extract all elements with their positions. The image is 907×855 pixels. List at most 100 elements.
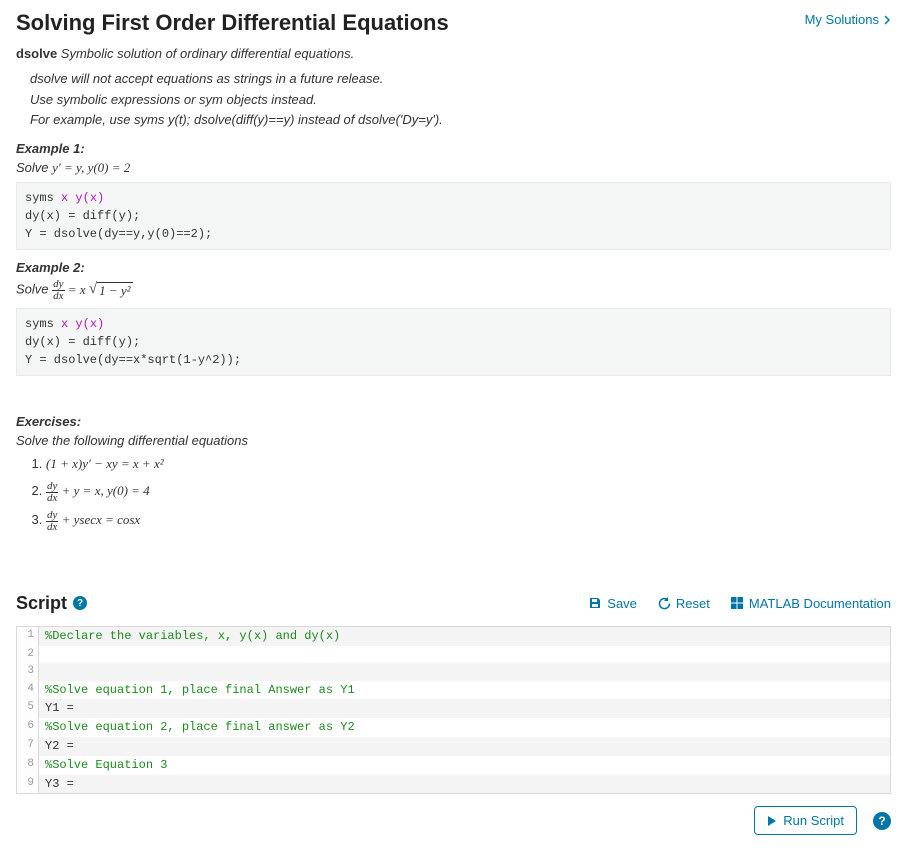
example1-code-l2: dy(x) = diff(y); — [25, 209, 140, 223]
docs-icon — [730, 596, 744, 610]
example1-code-l1a: syms — [25, 191, 61, 205]
exercise3-rest: + ysecx = cosx — [62, 512, 141, 527]
example1-title: Example 1: — [16, 141, 891, 156]
editor-line[interactable]: 2 — [17, 646, 890, 663]
line-number: 5 — [17, 699, 39, 718]
example1-code-l3: Y = dsolve(dy==y,y(0)==2); — [25, 227, 212, 241]
help-icon[interactable]: ? — [73, 596, 87, 610]
save-label: Save — [607, 596, 637, 611]
run-script-label: Run Script — [783, 813, 844, 828]
example2-sqrt-body: 1 − y² — [97, 282, 132, 299]
code-cell[interactable]: Y2 = — [39, 737, 890, 756]
example2-code-l1b: x y(x) — [61, 317, 104, 331]
exercise-item-2: dy dx + y = x, y(0) = 4 — [46, 481, 891, 504]
example2-codeblock: syms x y(x) dy(x) = diff(y); Y = dsolve(… — [16, 308, 891, 376]
code-cell[interactable] — [39, 646, 890, 663]
code-cell[interactable] — [39, 663, 890, 680]
code-cell[interactable]: %Declare the variables, x, y(x) and dy(x… — [39, 627, 890, 646]
exercise-item-3: dy dx + ysecx = cosx — [46, 510, 891, 533]
desc-line-1: dsolve Symbolic solution of ordinary dif… — [16, 44, 891, 65]
desc-line-2: dsolve will not accept equations as stri… — [16, 69, 891, 90]
example2-code-l1a: syms — [25, 317, 61, 331]
line-number: 2 — [17, 646, 39, 663]
code-editor[interactable]: 1%Declare the variables, x, y(x) and dy(… — [16, 626, 891, 794]
my-solutions-link[interactable]: My Solutions — [805, 12, 891, 27]
editor-line[interactable]: 8%Solve Equation 3 — [17, 756, 890, 775]
header-row: Solving First Order Differential Equatio… — [16, 10, 891, 36]
example2-frac: dy dx — [52, 279, 64, 302]
example2-title: Example 2: — [16, 260, 891, 275]
desc-line-1a: Symbolic solution — [57, 46, 165, 61]
exercise1-eq: (1 + x)y′ − xy = x + x² — [46, 456, 164, 471]
editor-line[interactable]: 1%Declare the variables, x, y(x) and dy(… — [17, 627, 890, 646]
example2-frac-den: dx — [52, 290, 64, 302]
example1-code-l1b: x y(x) — [61, 191, 104, 205]
editor-line[interactable]: 6%Solve equation 2, place final answer a… — [17, 718, 890, 737]
desc-line-1b: of ordinary differential equations. — [166, 46, 355, 61]
script-heading-text: Script — [16, 593, 67, 614]
run-script-button[interactable]: Run Script — [754, 806, 857, 835]
exercise3-frac-den: dx — [46, 521, 58, 533]
editor-line[interactable]: 4%Solve equation 1, place final Answer a… — [17, 681, 890, 700]
example2-sqrt: √ 1 − y² — [89, 282, 133, 299]
run-row: Run Script ? — [16, 806, 891, 835]
reset-icon — [657, 596, 671, 610]
example2-eq-mid: = x — [68, 282, 89, 297]
play-icon — [767, 815, 777, 827]
line-number: 4 — [17, 681, 39, 700]
example2-frac-num: dy — [52, 279, 64, 290]
save-icon — [588, 596, 602, 610]
desc-line-3: Use symbolic expressions or sym objects … — [16, 90, 891, 111]
exercise3-frac-num: dy — [46, 510, 58, 521]
radical-icon: √ — [89, 282, 97, 299]
example1-codeblock: syms x y(x) dy(x) = diff(y); Y = dsolve(… — [16, 182, 891, 250]
line-number: 9 — [17, 775, 39, 794]
exercise3-frac: dy dx — [46, 510, 58, 533]
reset-label: Reset — [676, 596, 710, 611]
line-number: 1 — [17, 627, 39, 646]
example2-solve-line: Solve dy dx = x √ 1 − y² — [16, 279, 891, 302]
desc-line-4: For example, use syms y(t); dsolve(diff(… — [16, 110, 891, 131]
help-icon[interactable]: ? — [873, 812, 891, 830]
my-solutions-label: My Solutions — [805, 12, 879, 27]
exercise2-frac: dy dx — [46, 481, 58, 504]
code-cell[interactable]: Y1 = — [39, 699, 890, 718]
script-actions: Save Reset MATLAB Documentation — [588, 596, 891, 611]
chevron-right-icon — [883, 15, 891, 25]
exercises-title: Exercises: — [16, 414, 891, 429]
editor-line[interactable]: 7Y2 = — [17, 737, 890, 756]
line-number: 3 — [17, 663, 39, 680]
line-number: 8 — [17, 756, 39, 775]
example1-solve-line: Solve y′ = y, y(0) = 2 — [16, 160, 891, 176]
exercises-subtitle: Solve the following differential equatio… — [16, 433, 891, 448]
example2-solve-prefix: Solve — [16, 282, 52, 297]
description-block: dsolve Symbolic solution of ordinary dif… — [16, 44, 891, 131]
page-title: Solving First Order Differential Equatio… — [16, 10, 449, 36]
editor-line[interactable]: 3 — [17, 663, 890, 680]
exercise2-rest: + y = x, y(0) = 4 — [62, 483, 150, 498]
save-button[interactable]: Save — [588, 596, 637, 611]
exercise2-frac-num: dy — [46, 481, 58, 492]
editor-line[interactable]: 9Y3 = — [17, 775, 890, 794]
editor-line[interactable]: 5Y1 = — [17, 699, 890, 718]
example1-solve-prefix: Solve — [16, 160, 52, 175]
code-cell[interactable]: Y3 = — [39, 775, 890, 794]
code-cell[interactable]: %Solve equation 1, place final Answer as… — [39, 681, 890, 700]
code-cell[interactable]: %Solve Equation 3 — [39, 756, 890, 775]
line-number: 7 — [17, 737, 39, 756]
exercise-list: (1 + x)y′ − xy = x + x² dy dx + y = x, y… — [46, 454, 891, 533]
docs-link[interactable]: MATLAB Documentation — [730, 596, 891, 611]
reset-button[interactable]: Reset — [657, 596, 710, 611]
script-heading: Script ? — [16, 593, 87, 614]
example2-code-l2: dy(x) = diff(y); — [25, 335, 140, 349]
code-cell[interactable]: %Solve equation 2, place final answer as… — [39, 718, 890, 737]
script-header-row: Script ? Save Reset MATLAB Documentation — [16, 593, 891, 614]
docs-label: MATLAB Documentation — [749, 596, 891, 611]
dsolve-keyword: dsolve — [16, 46, 57, 61]
exercise2-frac-den: dx — [46, 492, 58, 504]
example1-equation: y′ = y, y(0) = 2 — [52, 160, 130, 175]
example2-equation: dy dx = x √ 1 − y² — [52, 282, 132, 297]
example2-code-l3: Y = dsolve(dy==x*sqrt(1-y^2)); — [25, 353, 241, 367]
exercise-item-1: (1 + x)y′ − xy = x + x² — [46, 454, 891, 475]
line-number: 6 — [17, 718, 39, 737]
